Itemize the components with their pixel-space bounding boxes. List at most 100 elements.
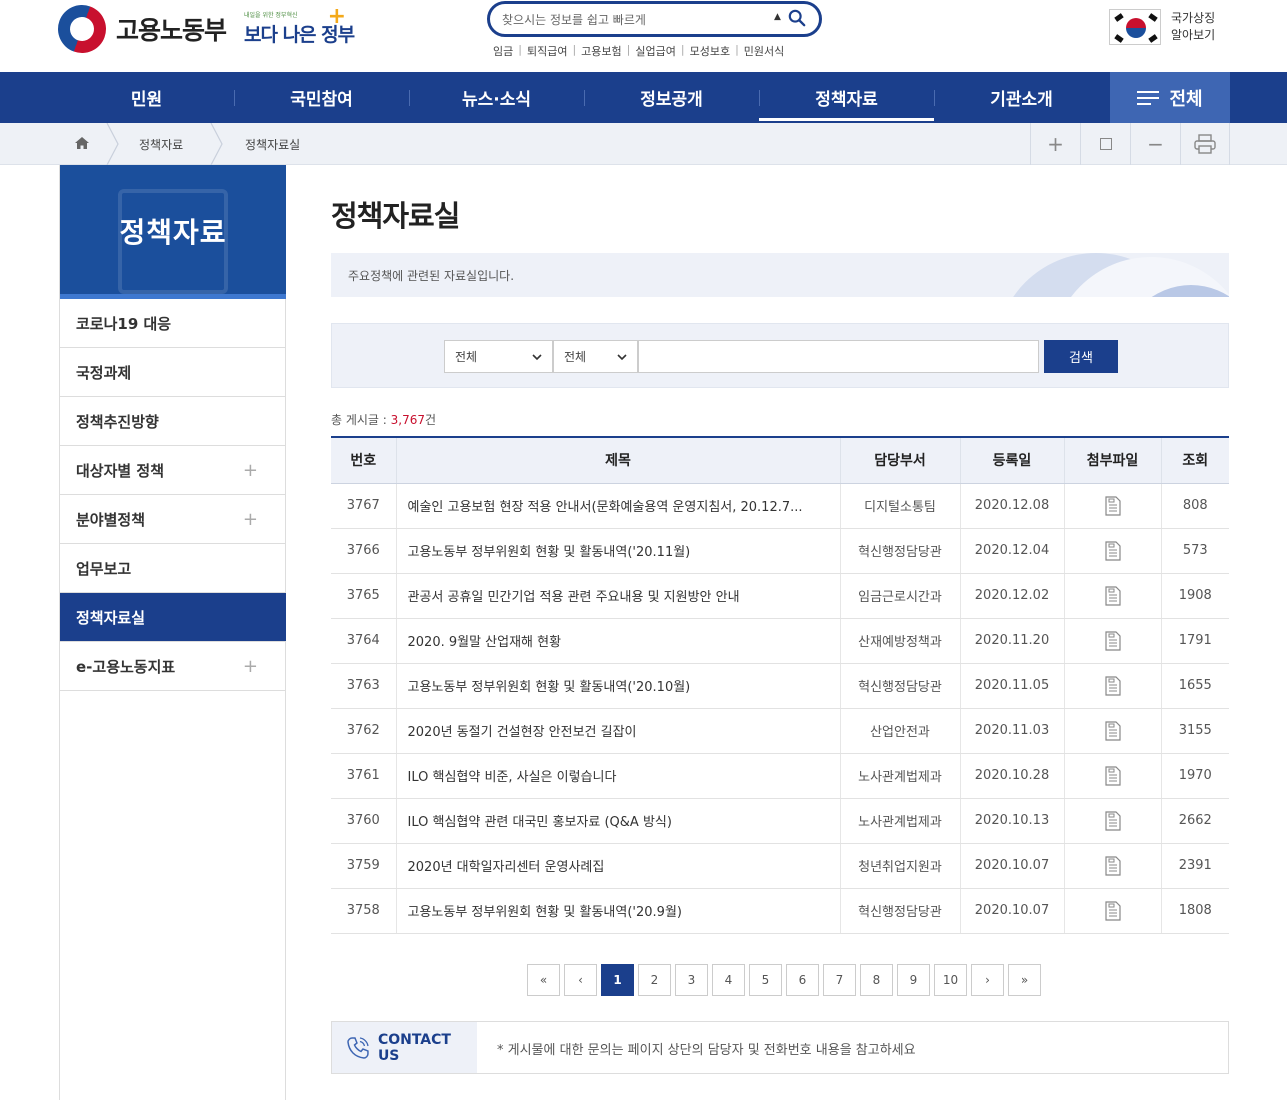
file-download-icon[interactable] xyxy=(1104,630,1122,651)
post-title-link[interactable]: 예술인 고용보험 현장 적용 안내서(문화예술용역 운영지침서, 20.12.7… xyxy=(395,483,840,529)
post-department: 디지털소통팀 xyxy=(839,483,960,529)
file-download-icon[interactable] xyxy=(1104,540,1122,561)
gnb-item-civil[interactable]: 민원 xyxy=(59,72,234,123)
caret-up-icon[interactable]: ▲ xyxy=(774,12,781,22)
gnb-item-information[interactable]: 정보공개 xyxy=(584,72,759,123)
attachment[interactable] xyxy=(1063,843,1161,889)
expand-plus-icon[interactable]: + xyxy=(243,460,258,481)
file-download-icon[interactable] xyxy=(1104,765,1122,786)
quick-link[interactable]: 모성보호 xyxy=(690,43,730,59)
post-title-link[interactable]: 고용노동부 정부위원회 현황 및 활동내역('20.9월) xyxy=(395,888,840,934)
quick-link[interactable]: 실업급여 xyxy=(635,43,675,59)
table-row[interactable]: 3763 고용노동부 정부위원회 현황 및 활동내역('20.10월) 혁신행정담당… xyxy=(331,663,1229,709)
file-download-icon[interactable] xyxy=(1104,675,1122,696)
attachment[interactable] xyxy=(1063,708,1161,754)
sidebar-item-policy-archive[interactable]: 정책자료실 xyxy=(60,593,286,642)
sidebar-item-employment-indicators[interactable]: e-고용노동지표 + xyxy=(60,642,286,691)
table-row[interactable]: 3765 관공서 공휴일 민간기업 적용 관련 주요내용 및 지원방안 안내 임금근… xyxy=(331,573,1229,619)
first-page-button[interactable]: « xyxy=(527,964,560,996)
page-button[interactable]: 4 xyxy=(712,964,745,996)
sidebar-item-field-policy[interactable]: 분야별정책 + xyxy=(60,495,286,544)
post-title-link[interactable]: 고용노동부 정부위원회 현황 및 활동내역('20.10월) xyxy=(395,663,840,709)
page-button[interactable]: 1 xyxy=(601,964,634,996)
table-row[interactable]: 3760 ILO 핵심협약 관련 대국민 홍보자료 (Q&A 방식) 노사관계법제과… xyxy=(331,798,1229,844)
file-download-icon[interactable] xyxy=(1104,720,1122,741)
quick-link[interactable]: 민원서식 xyxy=(744,43,784,59)
all-menu-button[interactable]: 전체 xyxy=(1110,72,1230,123)
quick-link[interactable]: 임금 xyxy=(493,43,513,59)
page-button[interactable]: 8 xyxy=(860,964,893,996)
attachment[interactable] xyxy=(1063,753,1161,799)
gnb-item-about[interactable]: 기관소개 xyxy=(934,72,1109,123)
attachment[interactable] xyxy=(1063,798,1161,844)
file-download-icon[interactable] xyxy=(1104,810,1122,831)
quick-link[interactable]: 퇴직급여 xyxy=(527,43,567,59)
table-row[interactable]: 3758 고용노동부 정부위원회 현황 및 활동내역('20.9월) 혁신행정담당관… xyxy=(331,888,1229,934)
page-button[interactable]: 3 xyxy=(675,964,708,996)
table-row[interactable]: 3762 2020년 동절기 건설현장 안전보건 길잡이 산업안전과 2020.11.… xyxy=(331,708,1229,754)
post-title-link[interactable]: 고용노동부 정부위원회 현황 및 활동내역('20.11월) xyxy=(395,528,840,574)
search-field-select[interactable]: 전체 xyxy=(553,340,638,373)
post-title-link[interactable]: 2020년 대학일자리센터 운영사례집 xyxy=(395,843,840,889)
sidebar-item-policy-direction[interactable]: 정책추진방향 xyxy=(60,397,286,446)
reset-zoom-button[interactable] xyxy=(1080,123,1130,165)
attachment[interactable] xyxy=(1063,663,1161,709)
next-page-button[interactable]: › xyxy=(971,964,1004,996)
sidebar-item-national-tasks[interactable]: 국정과제 xyxy=(60,348,286,397)
search-icon[interactable] xyxy=(788,9,806,27)
table-row[interactable]: 3761 ILO 핵심협약 비준, 사실은 이렇습니다 노사관계법제과 2020.10… xyxy=(331,753,1229,799)
breadcrumb-item[interactable]: 정책자료실 xyxy=(245,136,300,153)
page-button[interactable]: 9 xyxy=(897,964,930,996)
post-title-link[interactable]: ILO 핵심협약 관련 대국민 홍보자료 (Q&A 방식) xyxy=(395,798,840,844)
attachment[interactable] xyxy=(1063,573,1161,619)
table-row[interactable]: 3764 2020. 9월말 산업재해 현황 산재예방정책과 2020.11.20 17… xyxy=(331,618,1229,664)
national-symbol-link[interactable]: 국가상징 알아보기 xyxy=(1109,9,1221,45)
prev-page-button[interactable]: ‹ xyxy=(564,964,597,996)
keyword-input[interactable] xyxy=(638,340,1039,373)
sidebar-item-target-policy[interactable]: 대상자별 정책 + xyxy=(60,446,286,495)
search-input[interactable] xyxy=(502,10,762,30)
attachment[interactable] xyxy=(1063,888,1161,934)
home-icon[interactable] xyxy=(74,136,90,150)
attachment[interactable] xyxy=(1063,528,1161,574)
quick-link[interactable]: 고용보험 xyxy=(581,43,621,59)
post-number: 3767 xyxy=(331,483,396,529)
page-button[interactable]: 10 xyxy=(934,964,967,996)
zoom-in-button[interactable]: + xyxy=(1030,123,1080,165)
contact-notice: * 게시물에 대한 문의는 페이지 상단의 담당자 및 전화번호 내용을 참고하… xyxy=(497,1043,916,1058)
page-button[interactable]: 2 xyxy=(638,964,671,996)
sidebar-item-work-report[interactable]: 업무보고 xyxy=(60,544,286,593)
gnb-item-participation[interactable]: 국민참여 xyxy=(234,72,409,123)
main-navigation: 민원 국민참여 뉴스·소식 정보공개 정책자료 기관소개 전체 xyxy=(0,72,1287,123)
post-title-link[interactable]: 2020년 동절기 건설현장 안전보건 길잡이 xyxy=(395,708,840,754)
table-row[interactable]: 3759 2020년 대학일자리센터 운영사례집 청년취업지원과 2020.10.07… xyxy=(331,843,1229,889)
page-button[interactable]: 7 xyxy=(823,964,856,996)
table-row[interactable]: 3767 예술인 고용보험 현장 적용 안내서(문화예술용역 운영지침서, 20.… xyxy=(331,483,1229,529)
post-title-link[interactable]: ILO 핵심협약 비준, 사실은 이렇습니다 xyxy=(395,753,840,799)
post-title-link[interactable]: 2020. 9월말 산업재해 현황 xyxy=(395,618,840,664)
file-download-icon[interactable] xyxy=(1104,495,1122,516)
zoom-out-button[interactable]: − xyxy=(1130,123,1180,165)
table-row[interactable]: 3766 고용노동부 정부위원회 현황 및 활동내역('20.11월) 혁신행정담당… xyxy=(331,528,1229,574)
search-button[interactable]: 검색 xyxy=(1044,340,1118,373)
post-department: 혁신행정담당관 xyxy=(839,663,960,709)
expand-plus-icon[interactable]: + xyxy=(243,509,258,530)
print-button[interactable] xyxy=(1180,123,1230,165)
post-title-link[interactable]: 관공서 공휴일 민간기업 적용 관련 주요내용 및 지원방안 안내 xyxy=(395,573,840,619)
ministry-logo[interactable]: 고용노동부 xyxy=(51,0,227,60)
page-button[interactable]: 6 xyxy=(786,964,819,996)
attachment[interactable] xyxy=(1063,483,1161,529)
sidebar-item-covid19[interactable]: 코로나19 대응 xyxy=(60,299,286,348)
page-button[interactable]: 5 xyxy=(749,964,782,996)
attachment[interactable] xyxy=(1063,618,1161,664)
breadcrumb-item[interactable]: 정책자료 xyxy=(139,136,183,153)
last-page-button[interactable]: » xyxy=(1008,964,1041,996)
government-slogan-logo[interactable]: 내일을 위한 정부혁신 보다 나은 정부 + xyxy=(242,6,355,52)
file-download-icon[interactable] xyxy=(1104,585,1122,606)
file-download-icon[interactable] xyxy=(1104,855,1122,876)
expand-plus-icon[interactable]: + xyxy=(243,656,258,677)
file-download-icon[interactable] xyxy=(1104,900,1122,921)
gnb-item-policy[interactable]: 정책자료 xyxy=(759,72,934,123)
search-category-select[interactable]: 전체 xyxy=(444,340,553,373)
gnb-item-news[interactable]: 뉴스·소식 xyxy=(409,72,584,123)
